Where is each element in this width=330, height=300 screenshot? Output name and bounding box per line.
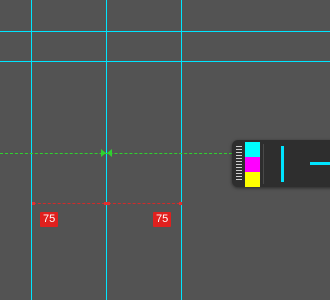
smart-guide-arrow-left-icon	[107, 149, 112, 157]
vertical-guide[interactable]	[181, 0, 182, 300]
distance-badge-left: 75	[40, 212, 59, 227]
measure-line-left	[33, 203, 105, 204]
smart-guide-line	[0, 153, 232, 154]
magenta-swatch[interactable]	[245, 157, 260, 172]
vertical-guide-icon[interactable]	[281, 146, 284, 182]
yellow-swatch[interactable]	[245, 172, 260, 187]
measure-tick	[32, 202, 35, 205]
distance-badge-right: 75	[153, 212, 172, 227]
cyan-swatch[interactable]	[245, 142, 260, 157]
horizontal-guide-icon[interactable]	[310, 162, 330, 165]
drag-handle-icon[interactable]	[236, 146, 242, 182]
guide-color-panel	[232, 140, 330, 187]
measure-tick	[107, 202, 110, 205]
horizontal-guide[interactable]	[0, 61, 330, 62]
smart-guide-arrow-right-icon	[101, 149, 106, 157]
horizontal-guide[interactable]	[0, 31, 330, 32]
panel-divider	[263, 144, 264, 184]
measure-tick	[179, 202, 182, 205]
vertical-guide[interactable]	[31, 0, 32, 300]
measure-line-right	[108, 203, 180, 204]
